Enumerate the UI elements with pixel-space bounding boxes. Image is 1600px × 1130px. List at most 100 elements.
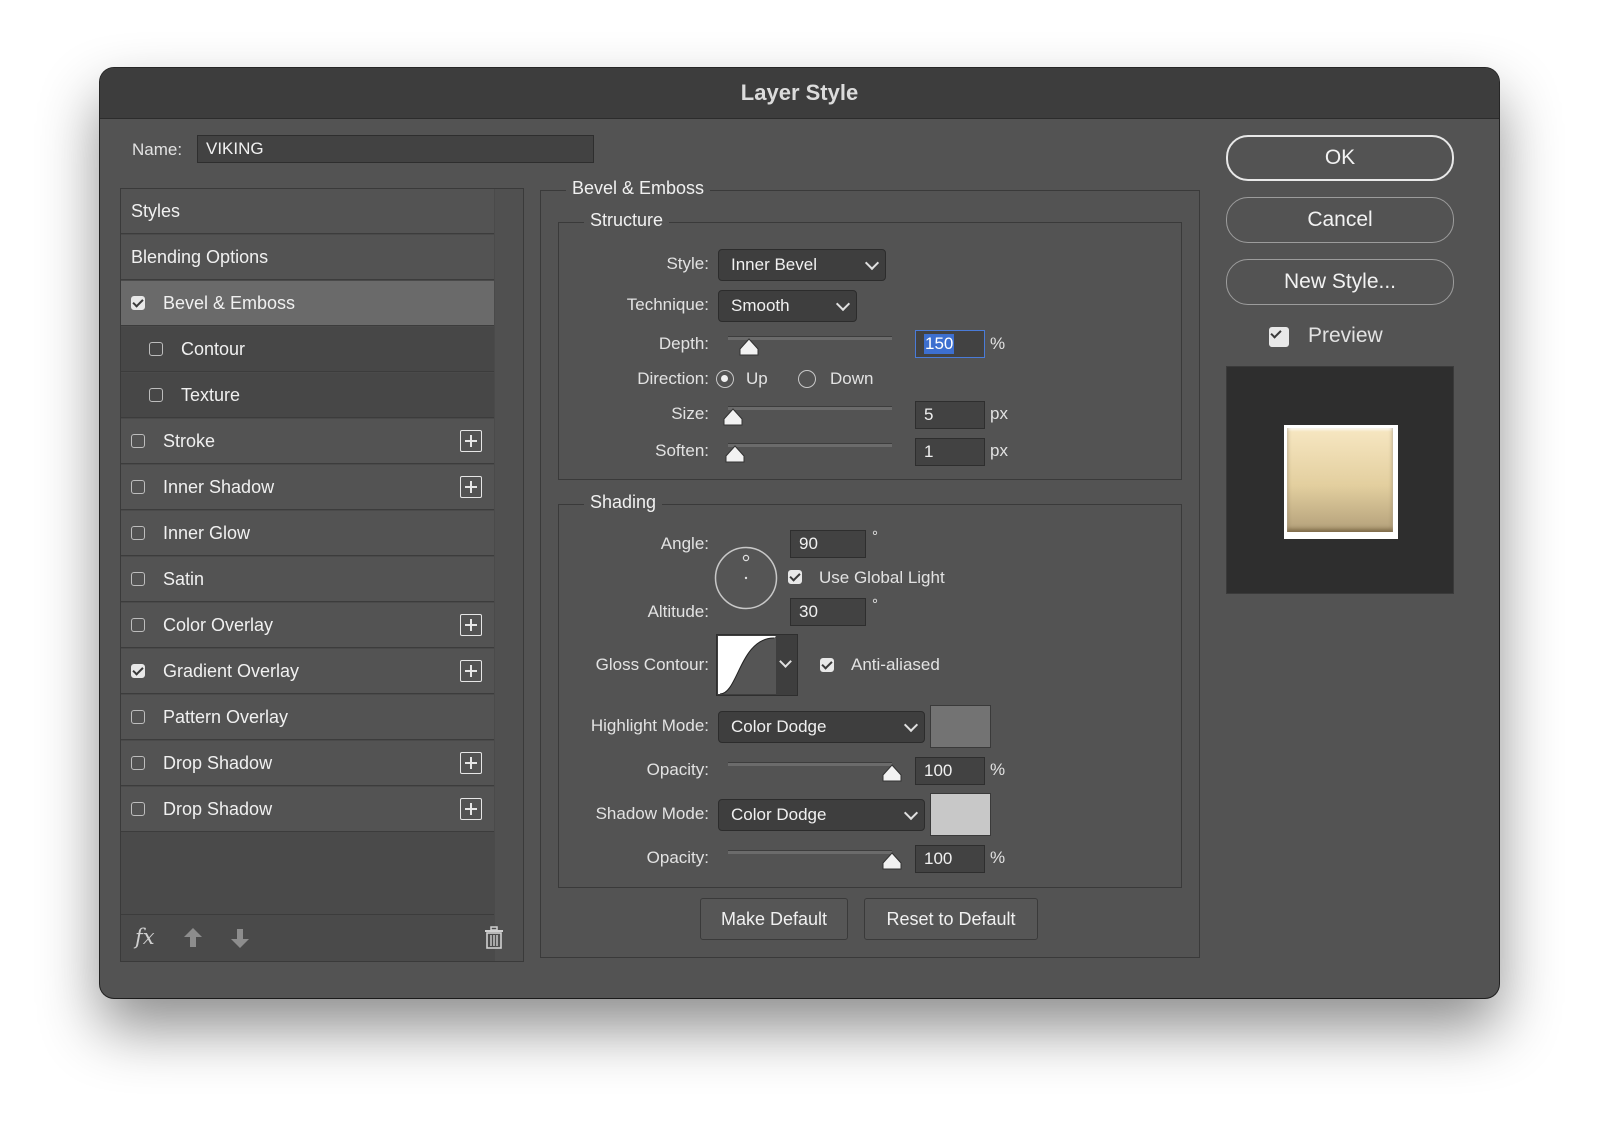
style-item-satin[interactable]: Satin: [121, 557, 494, 602]
highlight-opacity-slider[interactable]: [728, 762, 892, 766]
style-item-drop-shadow[interactable]: Drop Shadow: [121, 741, 494, 786]
make-default-button[interactable]: Make Default: [700, 898, 848, 940]
size-input[interactable]: 5: [915, 401, 985, 429]
style-item-checkbox[interactable]: [131, 756, 145, 770]
gloss-contour-label: Gloss Contour:: [595, 655, 709, 674]
style-item-drop-shadow[interactable]: Drop Shadow: [121, 787, 494, 832]
style-item-checkbox[interactable]: [149, 388, 163, 402]
soften-input[interactable]: 1: [915, 438, 985, 466]
technique-dropdown[interactable]: Smooth: [718, 290, 857, 322]
altitude-input[interactable]: 30: [790, 598, 866, 626]
reset-default-button[interactable]: Reset to Default: [864, 898, 1038, 940]
style-item-checkbox[interactable]: [131, 480, 145, 494]
style-item-color-overlay[interactable]: Color Overlay: [121, 603, 494, 648]
style-item-bevel-emboss[interactable]: Bevel & Emboss: [121, 281, 494, 326]
trash-icon[interactable]: [484, 926, 504, 950]
style-item-inner-shadow[interactable]: Inner Shadow: [121, 465, 494, 510]
gloss-contour-picker[interactable]: [716, 634, 798, 696]
shadow-mode-dropdown[interactable]: Color Dodge: [718, 799, 925, 831]
shadow-opacity-thumb[interactable]: [882, 852, 902, 870]
cancel-button[interactable]: Cancel: [1226, 197, 1454, 243]
fx-icon[interactable]: fx: [135, 925, 155, 949]
highlight-opacity-input[interactable]: 100: [915, 757, 985, 785]
new-style-button[interactable]: New Style...: [1226, 259, 1454, 305]
layer-style-dialog: Layer Style Name: VIKING Styles Blending …: [100, 68, 1499, 998]
ok-button[interactable]: OK: [1226, 135, 1454, 181]
shadow-opacity-slider[interactable]: [728, 850, 892, 854]
highlight-opacity-thumb[interactable]: [882, 764, 902, 782]
style-item-checkbox[interactable]: [131, 664, 145, 678]
chevron-down-icon: [903, 717, 919, 733]
move-down-icon[interactable]: [230, 927, 250, 949]
style-item-label: Inner Glow: [163, 523, 251, 543]
style-item-label: Pattern Overlay: [163, 707, 289, 727]
highlight-opacity-unit: %: [990, 760, 1006, 779]
depth-label: Depth:: [658, 334, 709, 353]
technique-label: Technique:: [626, 295, 709, 314]
size-slider-thumb[interactable]: [723, 408, 743, 426]
add-effect-icon[interactable]: [460, 614, 482, 636]
direction-down-radio[interactable]: [798, 370, 816, 388]
size-slider[interactable]: [728, 406, 892, 410]
style-item-gradient-overlay[interactable]: Gradient Overlay: [121, 649, 494, 694]
global-light-label: Use Global Light: [819, 568, 945, 587]
style-item-blending-options[interactable]: Blending Options: [121, 235, 494, 280]
style-item-checkbox[interactable]: [131, 710, 145, 724]
direction-up-radio[interactable]: [716, 370, 734, 388]
soften-label: Soften:: [655, 441, 709, 460]
style-item-checkbox[interactable]: [131, 526, 145, 540]
chevron-down-icon: [864, 255, 880, 271]
add-effect-icon[interactable]: [460, 798, 482, 820]
global-light-checkbox[interactable]: [788, 570, 802, 584]
style-item-checkbox[interactable]: [149, 342, 163, 356]
style-item-label: Gradient Overlay: [163, 661, 300, 681]
bevel-emboss-title: Bevel & Emboss: [566, 178, 711, 199]
soften-unit: px: [990, 441, 1008, 460]
highlight-mode-value: Color Dodge: [731, 717, 827, 736]
add-effect-icon[interactable]: [460, 660, 482, 682]
soften-slider-thumb[interactable]: [725, 445, 745, 463]
altitude-degree: °: [872, 596, 878, 613]
style-item-checkbox[interactable]: [131, 572, 145, 586]
depth-slider-thumb[interactable]: [739, 338, 759, 356]
anti-aliased-label: Anti-aliased: [851, 655, 940, 674]
style-item-checkbox[interactable]: [131, 434, 145, 448]
style-item-label: Contour: [181, 339, 246, 359]
style-item-label: Inner Shadow: [163, 477, 275, 497]
add-effect-icon[interactable]: [460, 430, 482, 452]
style-item-texture[interactable]: Texture: [121, 373, 494, 418]
direction-down-label: Down: [830, 369, 874, 388]
contour-curve-icon: [718, 636, 776, 694]
preview-swatch: [1287, 428, 1393, 532]
shadow-opacity-input[interactable]: 100: [915, 845, 985, 873]
style-item-checkbox[interactable]: [131, 802, 145, 816]
style-item-checkbox[interactable]: [131, 296, 145, 310]
depth-input[interactable]: 150: [915, 330, 985, 358]
window-title: Layer Style: [100, 68, 1499, 119]
highlight-mode-dropdown[interactable]: Color Dodge: [718, 711, 925, 743]
style-item-checkbox[interactable]: [131, 618, 145, 632]
angle-input[interactable]: 90: [790, 530, 866, 558]
highlight-color-swatch[interactable]: [930, 705, 991, 748]
angle-input-value: 90: [799, 534, 818, 553]
style-item-inner-glow[interactable]: Inner Glow: [121, 511, 494, 556]
move-up-icon[interactable]: [183, 927, 203, 949]
style-item-label: Bevel & Emboss: [163, 293, 296, 313]
anti-aliased-checkbox[interactable]: [820, 658, 834, 672]
name-label: Name:: [132, 140, 183, 159]
soften-slider[interactable]: [728, 443, 892, 447]
list-scrollbar[interactable]: [495, 189, 523, 961]
add-effect-icon[interactable]: [460, 752, 482, 774]
style-item-stroke[interactable]: Stroke: [121, 419, 494, 464]
style-dropdown[interactable]: Inner Bevel: [718, 249, 886, 281]
style-item-styles[interactable]: Styles: [121, 189, 494, 234]
angle-dial[interactable]: [714, 546, 778, 610]
shadow-color-swatch[interactable]: [930, 793, 991, 836]
technique-dropdown-value: Smooth: [731, 296, 790, 315]
preview-checkbox[interactable]: [1269, 327, 1289, 347]
style-item-label: Styles: [131, 201, 181, 221]
style-item-contour[interactable]: Contour: [121, 327, 494, 372]
name-input[interactable]: VIKING: [197, 135, 594, 163]
add-effect-icon[interactable]: [460, 476, 482, 498]
style-item-pattern-overlay[interactable]: Pattern Overlay: [121, 695, 494, 740]
